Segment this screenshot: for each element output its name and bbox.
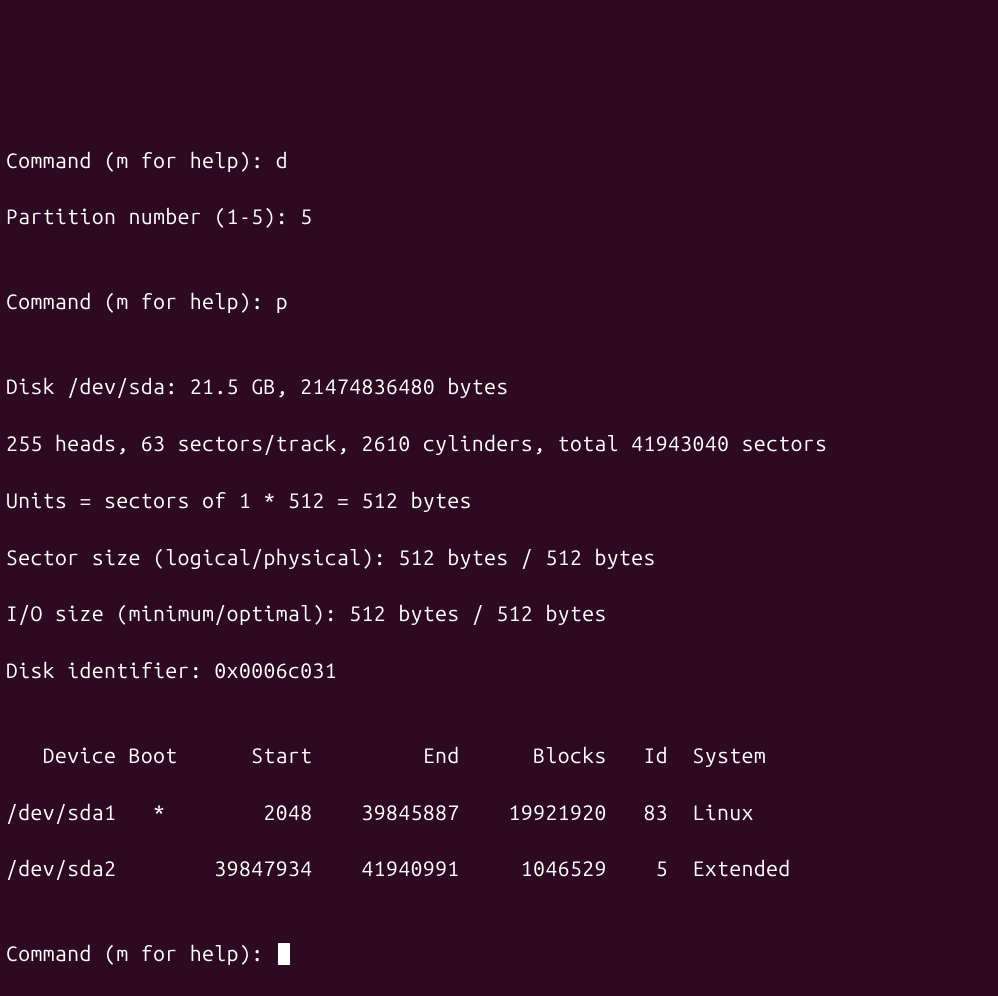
command-line-delete: Command (m for help): d	[6, 146, 992, 174]
units-line: Units = sectors of 1 * 512 = 512 bytes	[6, 486, 992, 514]
command-prompt[interactable]: Command (m for help):	[6, 939, 992, 967]
partition-table-header: Device Boot Start End Blocks Id System	[6, 741, 992, 769]
sector-size-line: Sector size (logical/physical): 512 byte…	[6, 543, 992, 571]
disk-identifier-line: Disk identifier: 0x0006c031	[6, 656, 992, 684]
command-line-print: Command (m for help): p	[6, 287, 992, 315]
terminal-window[interactable]: Command (m for help): d Partition number…	[6, 117, 992, 627]
geometry-line: 255 heads, 63 sectors/track, 2610 cylind…	[6, 429, 992, 457]
partition-row-sda1: /dev/sda1 * 2048 39845887 19921920 83 Li…	[6, 798, 992, 826]
prompt-text: Command (m for help):	[6, 941, 276, 965]
io-size-line: I/O size (minimum/optimal): 512 bytes / …	[6, 599, 992, 627]
partition-number-prompt: Partition number (1-5): 5	[6, 202, 992, 230]
partition-row-sda2: /dev/sda2 39847934 41940991 1046529 5 Ex…	[6, 854, 992, 882]
disk-size-line: Disk /dev/sda: 21.5 GB, 21474836480 byte…	[6, 372, 992, 400]
cursor-icon	[278, 943, 290, 965]
